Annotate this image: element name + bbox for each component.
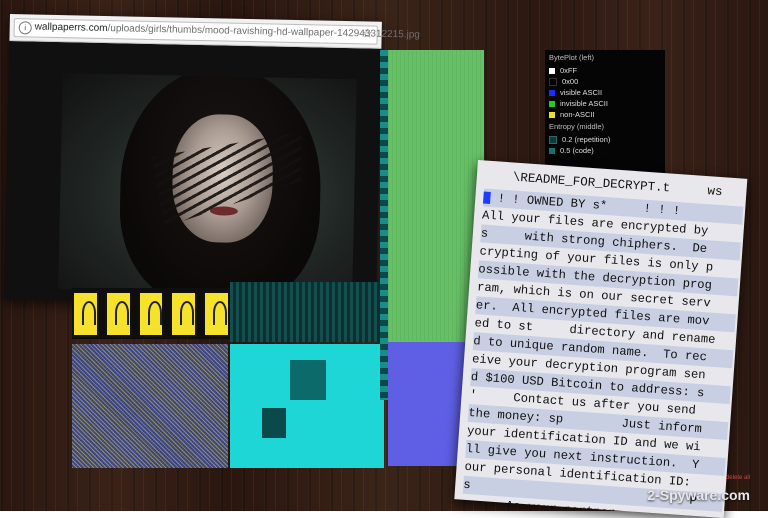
legend-label: 0xFF bbox=[560, 66, 578, 75]
entropy-strip bbox=[230, 282, 382, 342]
legend-title-left: BytePlot (left) bbox=[549, 53, 595, 62]
browser-window: i wallpaperrs.com/uploads/girls/thumbs/m… bbox=[4, 14, 420, 307]
legend-item: 0.2 (repetition) bbox=[549, 134, 661, 145]
legend-label: 0x00 bbox=[562, 77, 579, 86]
file-icons-strip bbox=[72, 288, 230, 339]
watermark-sub: delete all bbox=[725, 475, 750, 481]
legend-swatch bbox=[549, 100, 555, 107]
ransom-note-window: \README_FOR_DECRYPT.t ws ! ! OWNED BY s*… bbox=[454, 160, 748, 518]
legend-item: invisible ASCII bbox=[549, 98, 661, 109]
pdf-file-icon bbox=[170, 291, 198, 337]
legend-swatch bbox=[549, 135, 557, 144]
legend-item: 0.5 (code) bbox=[549, 145, 661, 156]
legend-label: non-ASCII bbox=[560, 110, 595, 119]
legend-swatch bbox=[549, 147, 555, 154]
note-body: ! ! OWNED BY s* ! ! ! All your files are… bbox=[461, 188, 744, 518]
legend-label: 0.2 (repetition) bbox=[562, 135, 611, 144]
pdf-file-icon bbox=[104, 291, 132, 337]
legend-title-middle: Entropy (middle) bbox=[549, 122, 605, 131]
legend-swatch bbox=[549, 111, 555, 118]
legend-label: 0.5 (code) bbox=[560, 146, 594, 155]
legend-item: 0x00 bbox=[549, 76, 661, 87]
entropy-dark-patch bbox=[290, 360, 326, 400]
pdf-file-icon bbox=[203, 291, 230, 337]
info-icon[interactable]: i bbox=[18, 21, 32, 35]
url-host: wallpaperrs.com bbox=[34, 21, 108, 35]
url-field[interactable]: i wallpaperrs.com/uploads/girls/thumbs/m… bbox=[13, 18, 420, 45]
legend-item: non-ASCII bbox=[549, 109, 661, 120]
pdf-file-icon bbox=[137, 291, 165, 337]
legend-item: visible ASCII bbox=[549, 87, 661, 98]
url-path: /uploads/girls/thumbs/mood-ravishing-hd-… bbox=[107, 23, 420, 41]
entropy-bar bbox=[380, 50, 388, 400]
legend-swatch bbox=[549, 89, 555, 96]
wallpaper-photo bbox=[58, 73, 357, 296]
legend-label: invisible ASCII bbox=[560, 99, 608, 108]
pdf-file-icon bbox=[72, 291, 99, 337]
legend-swatch bbox=[549, 67, 555, 74]
bookmark-star-icon[interactable]: ☆ bbox=[362, 26, 373, 40]
spyware-watermark: 2-Spyware.com bbox=[647, 487, 750, 503]
byteplot-noise bbox=[72, 344, 228, 468]
legend-label: visible ASCII bbox=[560, 88, 603, 97]
legend-swatch bbox=[549, 77, 557, 86]
entropy-dark-patch bbox=[262, 408, 286, 438]
legend-item: 0xFF bbox=[549, 65, 661, 76]
